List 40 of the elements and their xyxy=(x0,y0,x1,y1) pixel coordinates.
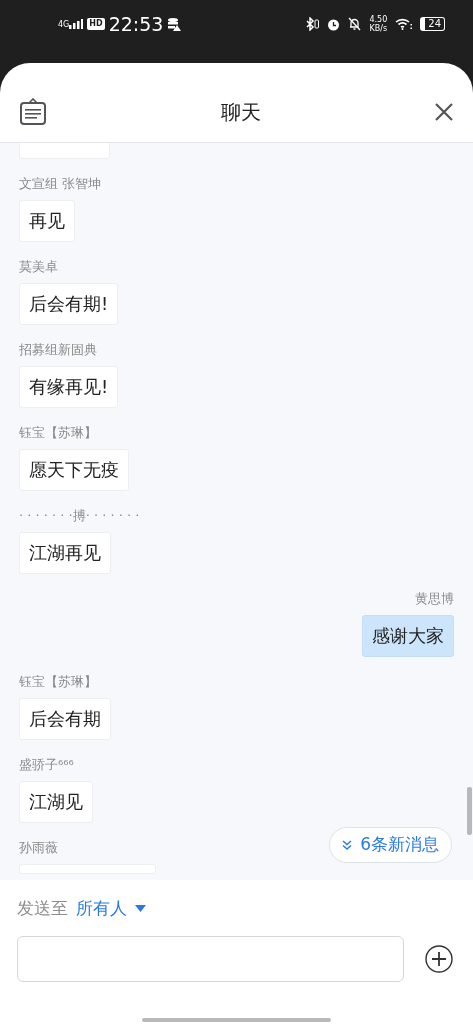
double-chevron-down-icon xyxy=(342,840,353,850)
caret-icon xyxy=(135,905,146,913)
send-to-label: 发送至 xyxy=(17,897,68,920)
message-bubble: 江湖见 xyxy=(19,781,93,823)
announcement-icon[interactable] xyxy=(20,98,46,125)
sender-name: 黄思博 xyxy=(415,590,454,608)
sender-name: 孙雨薇 xyxy=(19,839,58,857)
signal-icon xyxy=(69,19,84,29)
new-messages-button[interactable]: 6条新消息 xyxy=(329,827,452,863)
recipient-dropdown[interactable]: 所有人 xyxy=(76,896,146,922)
sender-name: 招募组新固典 xyxy=(19,341,97,359)
message-bubble: 再见 xyxy=(19,200,75,242)
network-label: 4G xyxy=(58,21,70,29)
sender-name: 莫美卓 xyxy=(19,258,58,276)
sheet-title: 聊天 xyxy=(220,98,261,126)
hd-badge: HD xyxy=(87,18,105,30)
message-bubble: 愿天下无疫 xyxy=(19,449,129,491)
add-icon[interactable] xyxy=(425,944,453,973)
muted-bell-icon xyxy=(348,17,362,31)
message-bubble: 感谢大家 xyxy=(362,615,454,657)
message-bubble: 后会有期! xyxy=(19,283,119,325)
message-bubble: 江湖再见 xyxy=(19,532,111,574)
network-speed: 4.50 xyxy=(369,15,388,24)
message-input[interactable] xyxy=(17,935,404,982)
message-bubble: 有缘再见! xyxy=(19,366,119,408)
message-bubble: 后会有期 xyxy=(19,698,111,740)
close-icon[interactable] xyxy=(435,102,453,121)
battery-indicator: 24 xyxy=(420,17,445,31)
scrollbar-thumb xyxy=(467,787,472,835)
sender-name: 文宣组 张智坤 xyxy=(19,175,102,193)
wifi-icon xyxy=(395,18,413,30)
sender-name: 盛骄子⁶⁶⁶ xyxy=(19,756,74,774)
speed-unit: KB/s xyxy=(369,24,388,33)
sender-name: 钰宝【苏琳】 xyxy=(19,424,97,442)
database-icon xyxy=(167,17,182,31)
sender-name: · · · · · · ·搏· · · · · · · xyxy=(19,507,140,525)
alarm-icon xyxy=(327,17,341,31)
sender-name: 钰宝【苏琳】 xyxy=(19,673,97,691)
bluetooth-icon xyxy=(305,17,320,31)
clock-time: 22:53 xyxy=(108,11,164,37)
